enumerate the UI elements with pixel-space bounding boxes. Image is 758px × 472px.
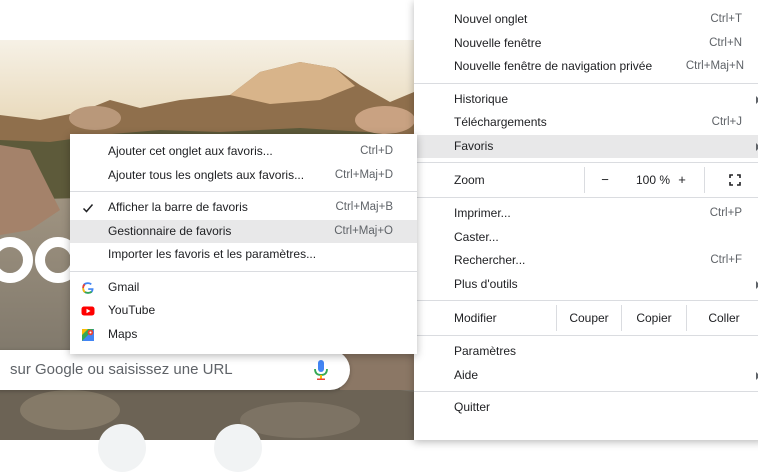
menu-item-history[interactable]: Historique [414, 88, 758, 112]
menu-item-label: Ajouter tous les onglets aux favoris... [108, 167, 305, 182]
google-g-icon [82, 281, 94, 294]
fullscreen-icon[interactable] [729, 174, 741, 186]
menu-item-label: Gmail [108, 279, 140, 294]
menu-item-label: Nouvelle fenêtre de navigation privée [454, 59, 653, 73]
google-logo [0, 237, 80, 283]
menu-item-label: Quitter [454, 400, 491, 414]
menu-item-new-incognito-window[interactable]: Nouvelle fenêtre de navigation privée Ct… [414, 55, 758, 79]
menu-item-more-tools[interactable]: Plus d'outils [414, 273, 758, 297]
menu-item-label: Plus d'outils [454, 276, 518, 291]
microphone-icon[interactable] [313, 359, 329, 381]
menu-item-show-bookmarks-bar[interactable]: Afficher la barre de favoris Ctrl+Maj+B [70, 196, 417, 220]
menu-item-shortcut: Ctrl+Maj+O [334, 224, 393, 237]
edit-label: Modifier [454, 311, 497, 325]
copy-button[interactable]: Copier [622, 305, 686, 331]
menu-item-label: Maps [108, 326, 138, 341]
menu-item-bookmark-manager[interactable]: Gestionnaire de favoris Ctrl+Maj+O [70, 219, 417, 243]
menu-item-label: Paramètres [454, 344, 517, 358]
menu-item-label: Rechercher... [454, 253, 526, 267]
menu-item-quit[interactable]: Quitter [414, 396, 758, 420]
menu-item-bookmark-this-tab[interactable]: Ajouter cet onglet aux favoris... Ctrl+D [70, 140, 417, 164]
menu-item-shortcut: Ctrl+Maj+D [334, 168, 393, 181]
zoom-out-button[interactable]: − [590, 167, 620, 193]
menu-item-shortcut: Ctrl+D [360, 145, 393, 157]
cut-button[interactable]: Couper [557, 305, 621, 331]
menu-item-cast[interactable]: Caster... [414, 226, 758, 250]
menu-item-print[interactable]: Imprimer... Ctrl+P [414, 202, 758, 226]
edit-divider [686, 305, 687, 331]
chrome-main-menu: Nouvel onglet Ctrl+T Nouvelle fenêtre Ct… [414, 0, 758, 440]
zoom-row: Zoom − 100 % + [414, 167, 758, 193]
menu-item-downloads[interactable]: Téléchargements Ctrl+J [414, 111, 758, 135]
menu-item-label: Gestionnaire de favoris [108, 223, 232, 238]
checkmark-icon [82, 204, 94, 213]
menu-item-label: Ajouter cet onglet aux favoris... [108, 144, 273, 158]
menu-item-bookmarks[interactable]: Favoris [414, 134, 758, 158]
menu-separator [70, 191, 417, 192]
paste-button[interactable]: Coller [692, 305, 756, 331]
menu-item-shortcut: Ctrl+T [710, 13, 742, 25]
bookmark-youtube[interactable]: YouTube [70, 299, 417, 323]
menu-item-find[interactable]: Rechercher... Ctrl+F [414, 249, 758, 273]
google-maps-icon [82, 328, 94, 341]
menu-separator [414, 162, 758, 163]
menu-separator [414, 82, 758, 84]
menu-item-new-tab[interactable]: Nouvel onglet Ctrl+T [414, 8, 758, 32]
menu-item-label: Nouvel onglet [454, 12, 528, 26]
menu-item-label: Aide [454, 367, 479, 382]
menu-item-label: Favoris [454, 138, 494, 153]
shortcut-tile[interactable] [98, 424, 146, 472]
menu-separator [414, 197, 758, 198]
menu-item-shortcut: Ctrl+P [709, 207, 742, 219]
menu-item-label: YouTube [108, 303, 156, 317]
menu-item-import-bookmarks[interactable]: Importer les favoris et les paramètres..… [70, 243, 417, 267]
menu-item-label: Nouvelle fenêtre [454, 35, 542, 50]
menu-item-label: Afficher la barre de favoris [108, 200, 248, 214]
zoom-label: Zoom [454, 173, 485, 187]
menu-separator [414, 391, 758, 392]
zoom-in-button[interactable]: + [667, 167, 697, 193]
menu-item-help[interactable]: Aide [414, 364, 758, 388]
search-placeholder: sur Google ou saisissez une URL [10, 361, 233, 378]
zoom-divider [584, 167, 585, 193]
menu-item-settings[interactable]: Paramètres [414, 340, 758, 364]
menu-item-shortcut: Ctrl+F [710, 254, 742, 266]
menu-item-label: Importer les favoris et les paramètres..… [108, 247, 317, 261]
bookmark-maps[interactable]: Maps [70, 323, 417, 347]
zoom-divider [704, 167, 705, 193]
menu-item-shortcut: Ctrl+J [711, 116, 742, 128]
menu-item-label: Caster... [454, 229, 499, 244]
menu-item-shortcut: Ctrl+Maj+N [685, 60, 744, 72]
shortcut-tile[interactable] [214, 424, 262, 472]
bookmarks-submenu: Ajouter cet onglet aux favoris... Ctrl+D… [70, 134, 417, 354]
search-box[interactable]: sur Google ou saisissez une URL [0, 350, 350, 390]
menu-separator [414, 335, 758, 336]
menu-item-new-window[interactable]: Nouvelle fenêtre Ctrl+N [414, 32, 758, 56]
menu-item-label: Imprimer... [454, 206, 511, 220]
youtube-icon [81, 306, 95, 316]
menu-item-bookmark-all-tabs[interactable]: Ajouter tous les onglets aux favoris... … [70, 164, 417, 188]
edit-row: Modifier Couper Copier Coller [414, 305, 758, 331]
menu-separator [414, 300, 758, 301]
menu-item-shortcut: Ctrl+N [709, 36, 742, 49]
menu-item-shortcut: Ctrl+Maj+B [335, 201, 393, 213]
menu-item-label: Téléchargements [454, 115, 547, 129]
menu-separator [70, 270, 417, 272]
bookmark-gmail[interactable]: Gmail [70, 276, 417, 300]
menu-item-label: Historique [454, 91, 509, 106]
